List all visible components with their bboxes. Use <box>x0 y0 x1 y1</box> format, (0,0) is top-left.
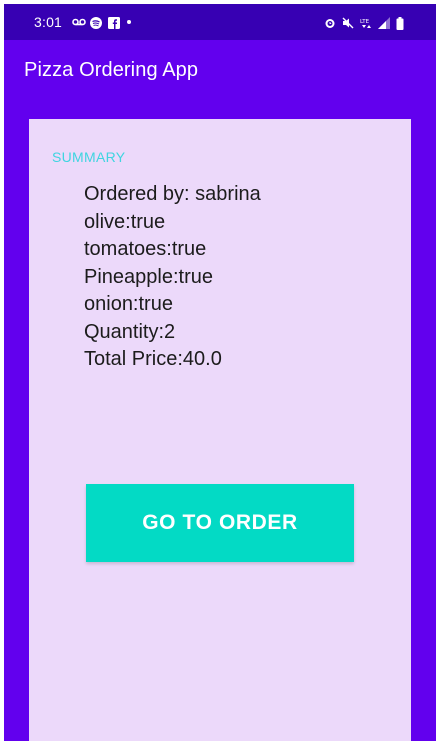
svg-text:LTE: LTE <box>360 19 370 25</box>
device-screen: 3:01 LTE Pizza Ordering App SUMMARY Orde… <box>4 4 436 741</box>
summary-label: SUMMARY <box>52 149 126 165</box>
summary-card: SUMMARY Ordered by: sabrina olive:true t… <box>29 119 411 741</box>
battery-icon <box>396 17 408 30</box>
status-bar: 3:01 LTE <box>4 4 436 40</box>
go-to-order-button[interactable]: GO TO ORDER <box>86 484 354 562</box>
mute-icon <box>342 17 354 29</box>
app-title: Pizza Ordering App <box>24 58 199 81</box>
onion-text: onion:true <box>84 293 173 315</box>
lte-icon: LTE <box>360 17 372 28</box>
tomatoes-text: tomatoes:true <box>84 238 207 260</box>
total-price-text: Total Price:40.0 <box>84 348 222 370</box>
status-left-icons <box>72 17 138 29</box>
voicemail-icon <box>72 17 86 27</box>
app-bar: Pizza Ordering App <box>4 40 436 100</box>
olive-text: olive:true <box>84 210 166 233</box>
spotify-icon <box>90 17 103 29</box>
pineapple-text: Pineapple:true <box>84 265 213 288</box>
facebook-icon <box>108 17 121 29</box>
signal-icon <box>378 17 390 29</box>
ordered-by-text: Ordered by: sabrina <box>84 183 261 205</box>
status-right-icons: LTE <box>324 17 408 30</box>
alarm-icon <box>324 17 336 28</box>
quantity-text: Quantity:2 <box>84 320 176 343</box>
dot-icon <box>126 17 138 27</box>
order-details: Ordered by: sabrina olive:true tomatoes:… <box>84 181 261 374</box>
window-edge <box>438 0 442 741</box>
status-time: 3:01 <box>34 14 63 30</box>
